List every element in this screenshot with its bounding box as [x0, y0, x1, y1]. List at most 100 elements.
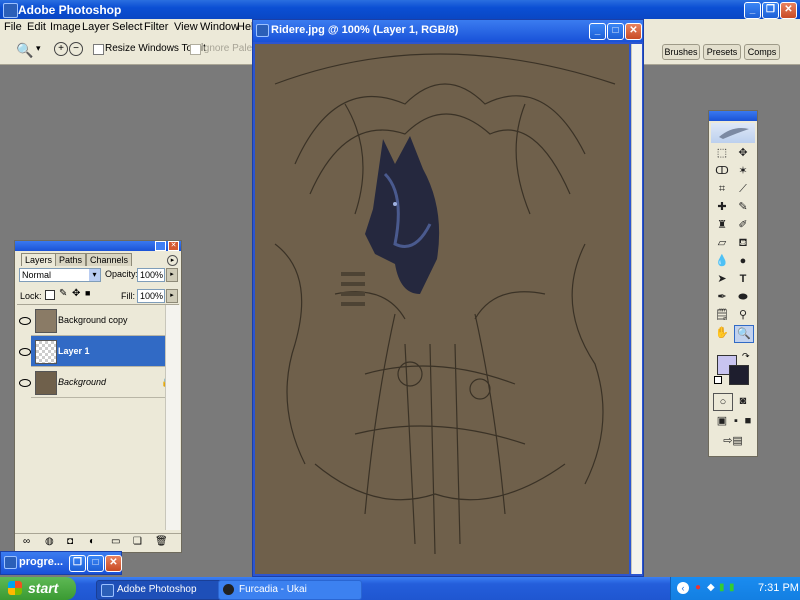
menu-filter[interactable]: Filter: [144, 21, 168, 33]
restore-button[interactable]: ❐: [69, 555, 86, 572]
dock-tab-brushes[interactable]: Brushes: [662, 44, 700, 60]
dock-tab-presets[interactable]: Presets: [703, 44, 741, 60]
notes-tool-icon[interactable]: 🗒: [713, 307, 731, 323]
screen-mode-full-icon[interactable]: ■: [739, 413, 757, 429]
antivirus-icon[interactable]: ●: [695, 582, 701, 593]
tab-layers[interactable]: Layers: [21, 253, 57, 266]
menu-window[interactable]: Window: [200, 21, 239, 33]
blur-tool-icon[interactable]: 💧: [713, 253, 731, 269]
background-color-swatch[interactable]: [729, 365, 749, 385]
menu-edit[interactable]: Edit: [27, 21, 46, 33]
history-brush-icon[interactable]: ✐: [734, 217, 752, 233]
tab-channels[interactable]: Channels: [86, 253, 133, 266]
maximize-button[interactable]: □: [87, 555, 104, 572]
doc-close-button[interactable]: ✕: [625, 23, 642, 40]
shape-tool-icon[interactable]: ⬬: [734, 289, 752, 305]
fill-slider-button[interactable]: ▸: [166, 289, 178, 303]
type-tool-icon[interactable]: T: [734, 271, 752, 287]
volume-icon[interactable]: ◆: [707, 582, 715, 593]
trash-icon[interactable]: 🗑: [155, 536, 168, 547]
taskbar-item-photoshop[interactable]: Adobe Photoshop: [96, 580, 236, 600]
menu-select[interactable]: Select: [112, 21, 143, 33]
eye-icon[interactable]: [19, 379, 31, 387]
eyedropper-tool-icon[interactable]: ⚲: [734, 307, 752, 323]
new-group-icon[interactable]: ▭: [111, 536, 120, 547]
adjustment-layer-icon[interactable]: ◐: [89, 536, 95, 547]
dodge-tool-icon[interactable]: ●: [734, 253, 752, 269]
path-selection-icon[interactable]: ➤: [713, 271, 731, 287]
tab-paths[interactable]: Paths: [55, 253, 87, 266]
zoom-tool-icon[interactable]: 🔍: [734, 325, 754, 343]
fill-input[interactable]: 100%: [137, 289, 165, 303]
tool-preset-dropdown-icon[interactable]: ▾: [36, 43, 41, 54]
zoom-tool-icon[interactable]: 🔍: [16, 42, 33, 59]
brush-tool-icon[interactable]: ✎: [734, 199, 752, 215]
layers-minimize-button[interactable]: [155, 241, 166, 251]
menu-layer[interactable]: Layer: [82, 21, 110, 33]
healing-brush-icon[interactable]: ✚: [713, 199, 731, 215]
image-canvas[interactable]: [255, 44, 629, 574]
slice-tool-icon[interactable]: ⟋: [734, 181, 752, 197]
opacity-slider-button[interactable]: ▸: [166, 268, 178, 282]
tools-palette-title-bar[interactable]: [709, 111, 757, 121]
signal-icon[interactable]: ▮: [729, 582, 735, 593]
dock-tab-comps[interactable]: Comps: [744, 44, 780, 60]
vertical-scrollbar[interactable]: [631, 44, 642, 574]
standard-mode-icon[interactable]: ○: [713, 393, 733, 411]
layer-mask-icon[interactable]: ◘: [67, 536, 73, 547]
doc-maximize-button[interactable]: □: [607, 23, 624, 40]
eraser-tool-icon[interactable]: ▱: [713, 235, 731, 251]
lock-position-icon[interactable]: ✥: [72, 288, 80, 299]
menu-image[interactable]: Image: [50, 21, 81, 33]
crop-tool-icon[interactable]: ⌗: [713, 181, 731, 197]
swap-colors-icon[interactable]: ↷: [742, 351, 750, 362]
marquee-tool-icon[interactable]: ⬚: [713, 145, 731, 161]
network-icon[interactable]: ▮: [719, 582, 725, 593]
maximize-button[interactable]: ❐: [762, 2, 779, 19]
eye-icon[interactable]: [19, 317, 31, 325]
layer-row-background-copy[interactable]: Background copy: [31, 305, 179, 336]
menu-view[interactable]: View: [174, 21, 198, 33]
palette-menu-icon[interactable]: ▸: [167, 255, 178, 266]
paint-bucket-icon[interactable]: ⛾: [734, 235, 752, 251]
eye-icon[interactable]: [19, 348, 31, 356]
lock-all-icon[interactable]: ■: [85, 288, 90, 298]
default-colors-icon[interactable]: [714, 376, 722, 384]
close-button[interactable]: ✕: [105, 555, 122, 572]
layer-row-layer-1[interactable]: Layer 1: [31, 336, 179, 367]
taskbar-item-furcadia[interactable]: Furcadia - Ukai: [218, 580, 362, 600]
resize-windows-checkbox[interactable]: [93, 44, 104, 55]
pen-tool-icon[interactable]: ✒: [713, 289, 731, 305]
new-layer-icon[interactable]: ❏: [133, 536, 142, 547]
layer-thumbnail: [35, 340, 57, 364]
layers-palette-title-bar[interactable]: ✕: [15, 241, 181, 251]
feather-logo-icon[interactable]: [711, 123, 755, 143]
link-layers-icon[interactable]: ∞: [23, 536, 30, 547]
menu-file[interactable]: File: [4, 21, 22, 33]
lock-pixels-icon[interactable]: ✎: [59, 288, 67, 299]
blend-mode-select[interactable]: Normal ▾: [19, 268, 101, 282]
clone-stamp-icon[interactable]: ♜: [713, 217, 731, 233]
close-button[interactable]: ✕: [780, 2, 797, 19]
show-hidden-icons-icon[interactable]: ‹: [677, 582, 689, 594]
hand-tool-icon[interactable]: ✋: [713, 325, 731, 341]
start-button[interactable]: start: [0, 577, 76, 600]
move-tool-icon[interactable]: ✥: [734, 145, 752, 161]
layers-scrollbar[interactable]: [165, 305, 180, 530]
magic-wand-tool-icon[interactable]: ✶: [734, 163, 752, 179]
lock-transparency-icon[interactable]: [45, 290, 55, 300]
document-title-bar[interactable]: Ridere.jpg @ 100% (Layer 1, RGB/8) _ □ ✕: [253, 20, 643, 42]
minimize-button[interactable]: _: [744, 2, 761, 19]
minimized-document-window[interactable]: progre... ❐ □ ✕: [0, 551, 122, 575]
doc-minimize-button[interactable]: _: [589, 23, 606, 40]
layer-style-icon[interactable]: ◍: [45, 536, 54, 547]
opacity-input[interactable]: 100%: [137, 268, 165, 282]
lasso-tool-icon[interactable]: ↀ: [713, 163, 731, 179]
jump-to-imageready-icon[interactable]: ⇨▤: [715, 433, 751, 449]
zoom-out-icon[interactable]: −: [69, 42, 83, 56]
layer-row-background[interactable]: Background 🔒: [31, 367, 179, 398]
zoom-in-icon[interactable]: +: [54, 42, 68, 56]
quick-mask-mode-icon[interactable]: ◙: [734, 393, 752, 409]
layers-close-button[interactable]: ✕: [168, 241, 179, 251]
ignore-palettes-checkbox[interactable]: [190, 44, 201, 55]
